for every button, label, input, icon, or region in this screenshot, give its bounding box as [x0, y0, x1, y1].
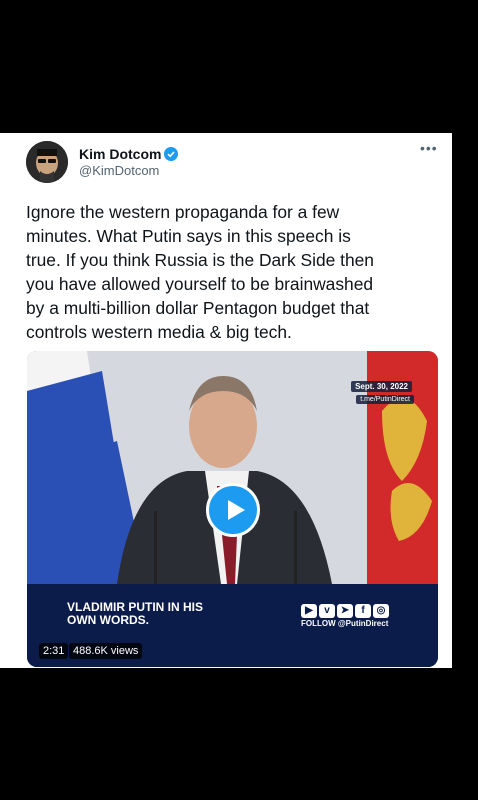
follow-text: FOLLOW @PutinDirect [301, 619, 389, 628]
more-dots-icon[interactable]: ••• [420, 140, 438, 156]
video-date-stamp: Sept. 30, 2022 [351, 381, 412, 392]
verified-badge-icon [164, 147, 179, 161]
avatar[interactable] [26, 141, 68, 183]
tweet-text: Ignore the western propaganda for a few … [26, 202, 374, 342]
author-handle[interactable]: @KimDotcom [79, 163, 159, 178]
instagram-icon: ◎ [373, 604, 389, 618]
video-views: 488.6K views [69, 643, 143, 659]
social-icons: ▶ v ➤ f ◎ [301, 600, 391, 618]
vk-icon: v [319, 604, 335, 618]
facebook-icon: f [355, 604, 371, 618]
video-duration: 2:31 [39, 643, 69, 659]
author-name[interactable]: Kim Dotcom [79, 146, 179, 162]
play-icon[interactable] [206, 483, 260, 537]
author-name-text[interactable]: Kim Dotcom [79, 146, 161, 162]
video-player[interactable]: Sept. 30, 2022 t.me/PutinDirect VLADIMIR… [27, 351, 438, 667]
telegram-icon: ➤ [337, 604, 353, 618]
youtube-icon: ▶ [301, 604, 317, 618]
banner-title: VLADIMIR PUTIN IN HIS OWN WORDS. [67, 600, 204, 627]
video-source-stamp: t.me/PutinDirect [356, 395, 414, 404]
